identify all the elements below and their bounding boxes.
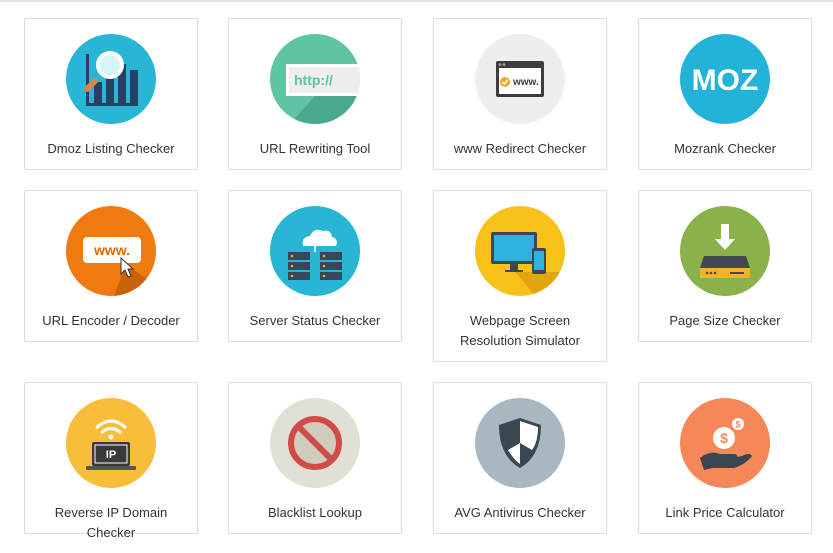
tool-card-url-encoder-decoder[interactable]: www. URL Encoder / Decoder [24,190,198,342]
tool-label: www Redirect Checker [453,141,587,156]
tool-card-mozrank-checker[interactable]: MOZ Mozrank Checker [638,18,812,170]
tool-label: Blacklist Lookup [268,505,362,520]
tool-label: Server Status Checker [249,313,381,328]
www-cursor-icon: www. [66,206,156,296]
cloud-server-icon [270,206,360,296]
tool-card-url-rewriting-tool[interactable]: http:// URL Rewriting Tool [228,18,402,170]
tool-card-dmoz-listing-checker[interactable]: Dmoz Listing Checker [24,18,198,170]
tool-label: Reverse IP Domain Checker [54,505,168,540]
svg-text:$: $ [720,430,728,446]
browser-window-www-icon: www. [475,34,565,124]
www-encoder-text: www. [93,242,130,258]
tool-card-reverse-ip-domain-checker[interactable]: IP Reverse IP Domain Checker [24,382,198,540]
tool-label: Dmoz Listing Checker [47,141,175,156]
www-text: www. [512,77,539,88]
tool-card-link-price-calculator[interactable]: $ $ Link Price Calculator [638,382,812,534]
top-divider [0,0,833,2]
tool-label: Link Price Calculator [665,505,785,520]
tool-label: Webpage Screen Resolution Simulator [460,313,580,348]
tool-label: AVG Antivirus Checker [454,505,586,520]
tool-card-webpage-screen-resolution-simulator[interactable]: Webpage Screen Resolution Simulator [433,190,607,362]
tool-label: Mozrank Checker [674,141,776,156]
laptop-wifi-ip-icon: IP [66,398,156,488]
moz-logo-icon: MOZ [680,34,770,124]
tool-card-www-redirect-checker[interactable]: www. www Redirect Checker [433,18,607,170]
http-text: http:// [294,72,333,88]
ip-text: IP [106,449,116,461]
prohibited-sign-icon [270,398,360,488]
tool-card-page-size-checker[interactable]: Page Size Checker [638,190,812,342]
tool-label: URL Rewriting Tool [259,141,371,156]
tool-card-avg-antivirus-checker[interactable]: AVG Antivirus Checker [433,382,607,534]
shield-icon [475,398,565,488]
tool-card-server-status-checker[interactable]: Server Status Checker [228,190,402,342]
download-drive-icon [680,206,770,296]
bar-chart-magnifier-icon [66,34,156,124]
monitor-phone-icon [475,206,565,296]
http-url-icon: http:// [270,34,360,124]
tool-label: Page Size Checker [669,313,781,328]
svg-text:$: $ [735,420,740,430]
moz-text: MOZ [692,64,759,97]
hand-coin-dollar-icon: $ $ [680,398,770,488]
tool-label: URL Encoder / Decoder [42,313,180,328]
tool-card-blacklist-lookup[interactable]: Blacklist Lookup [228,382,402,534]
